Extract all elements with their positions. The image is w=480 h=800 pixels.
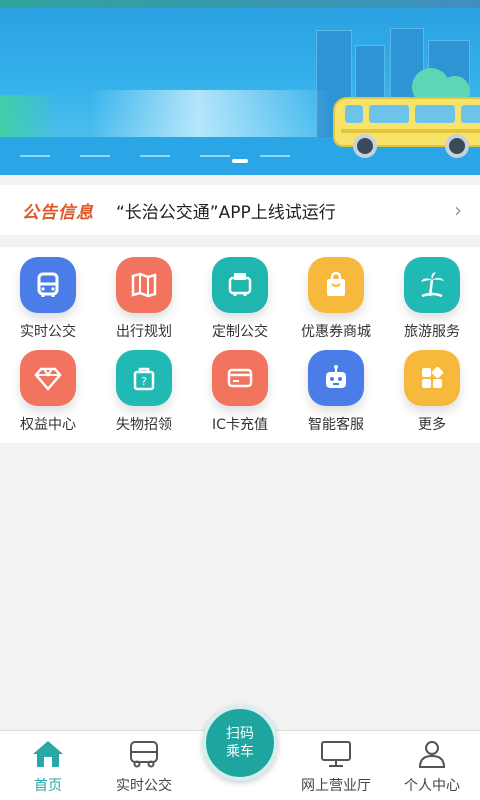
chevron-right-icon[interactable]: ›	[454, 198, 462, 222]
service-label: 旅游服务	[404, 324, 460, 340]
nav-online-hall[interactable]: 网上营业厅	[288, 731, 384, 800]
nav-label: 网上营业厅	[301, 778, 371, 794]
banner-decoration	[0, 95, 60, 140]
service-label: IC卡充值	[212, 417, 268, 433]
custom-bus-icon	[212, 257, 268, 313]
scan-button-label-2: 乘车	[226, 744, 254, 760]
map-icon	[116, 257, 172, 313]
banner-light	[90, 90, 330, 140]
scan-to-ride-button[interactable]: 扫码 乘车	[202, 705, 278, 781]
carousel-indicator	[0, 159, 480, 163]
nav-realtime-bus[interactable]: 实时公交	[96, 731, 192, 800]
nav-label: 首页	[34, 778, 62, 794]
service-coupon-mall[interactable]: 优惠券商城	[288, 247, 384, 340]
service-ic-card-topup[interactable]: IC卡充值	[192, 340, 288, 433]
road-line	[20, 155, 50, 157]
notice-text[interactable]: “长治公交通”APP上线试运行	[116, 198, 336, 223]
service-label: 定制公交	[212, 324, 268, 340]
service-travel[interactable]: 旅游服务	[384, 247, 480, 340]
diamond-icon	[20, 350, 76, 406]
road-line	[260, 155, 290, 157]
bus-icon	[127, 739, 161, 769]
service-trip-planning[interactable]: 出行规划	[96, 247, 192, 340]
nav-home[interactable]: 首页	[0, 731, 96, 800]
bus-wheel	[445, 134, 469, 158]
road-line	[200, 155, 230, 157]
notice-badge: 公告信息	[22, 202, 94, 223]
more-icon	[404, 350, 460, 406]
bus-icon	[20, 257, 76, 313]
nav-label: 实时公交	[116, 778, 172, 794]
service-label: 实时公交	[20, 324, 76, 340]
service-grid: 实时公交 出行规划 定制公交 优惠券商城 旅游服务 权益中心 ? 失物招领 IC…	[0, 247, 480, 443]
shopping-bag-icon	[308, 257, 364, 313]
scan-button-label-1: 扫码	[226, 726, 254, 742]
service-lost-found[interactable]: ? 失物招领	[96, 340, 192, 433]
service-label: 优惠券商城	[301, 324, 371, 340]
service-smart-support[interactable]: 智能客服	[288, 340, 384, 433]
notice-bar[interactable]: 公告信息 “长治公交通”APP上线试运行 ›	[0, 185, 480, 235]
nav-label: 个人中心	[404, 778, 460, 794]
card-icon	[212, 350, 268, 406]
promo-banner[interactable]	[0, 0, 480, 175]
service-benefits[interactable]: 权益中心	[0, 340, 96, 433]
svg-text:?: ?	[141, 375, 147, 388]
banner-top-strip	[0, 0, 480, 8]
nav-profile[interactable]: 个人中心	[384, 731, 480, 800]
service-label: 失物招领	[116, 417, 172, 433]
service-label: 出行规划	[116, 324, 172, 340]
service-custom-bus[interactable]: 定制公交	[192, 247, 288, 340]
service-more[interactable]: 更多	[384, 340, 480, 433]
road-line	[80, 155, 110, 157]
service-realtime-bus[interactable]: 实时公交	[0, 247, 96, 340]
monitor-icon	[319, 739, 353, 769]
service-label: 智能客服	[308, 417, 364, 433]
bus-wheel	[353, 134, 377, 158]
palm-tree-icon	[404, 257, 460, 313]
road-line	[140, 155, 170, 157]
lost-found-icon: ?	[116, 350, 172, 406]
home-icon	[31, 739, 65, 769]
user-icon	[415, 739, 449, 769]
service-label: 更多	[418, 417, 446, 433]
service-label: 权益中心	[20, 417, 76, 433]
robot-icon	[308, 350, 364, 406]
